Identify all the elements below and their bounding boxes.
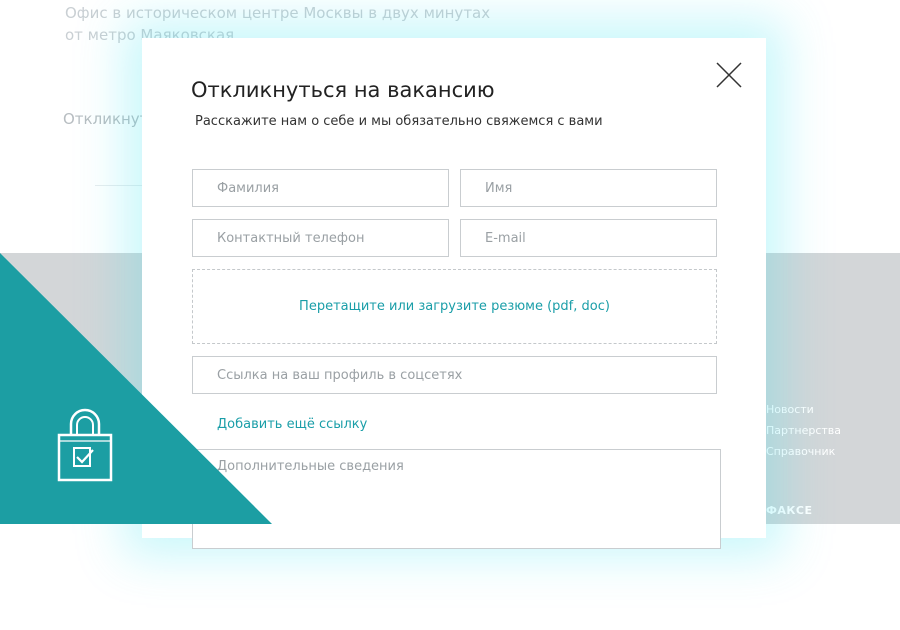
email-input[interactable] xyxy=(460,219,717,257)
footer-link-partnership[interactable]: Партнерства xyxy=(766,424,841,437)
footer-link-reference[interactable]: Справочник xyxy=(766,445,835,458)
close-icon xyxy=(716,62,742,88)
dropzone-label: Перетащите или загрузите резюме (pdf, do… xyxy=(299,299,610,314)
footer-fax-title: ФАКСЕ xyxy=(766,504,813,517)
padlock-check-icon xyxy=(57,408,113,482)
modal-title: Откликнуться на вакансию xyxy=(191,78,495,102)
phone-input[interactable] xyxy=(192,219,449,257)
footer-link-news[interactable]: Новости xyxy=(766,403,814,416)
modal-subtitle: Расскажите нам о себе и мы обязательно с… xyxy=(195,114,603,129)
last-name-input[interactable] xyxy=(192,169,449,207)
teal-corner-decoration xyxy=(0,253,272,524)
first-name-input[interactable] xyxy=(460,169,717,207)
close-button[interactable] xyxy=(716,62,742,88)
footer-section-title: ИНФОРМАЦИЯ xyxy=(118,617,218,630)
